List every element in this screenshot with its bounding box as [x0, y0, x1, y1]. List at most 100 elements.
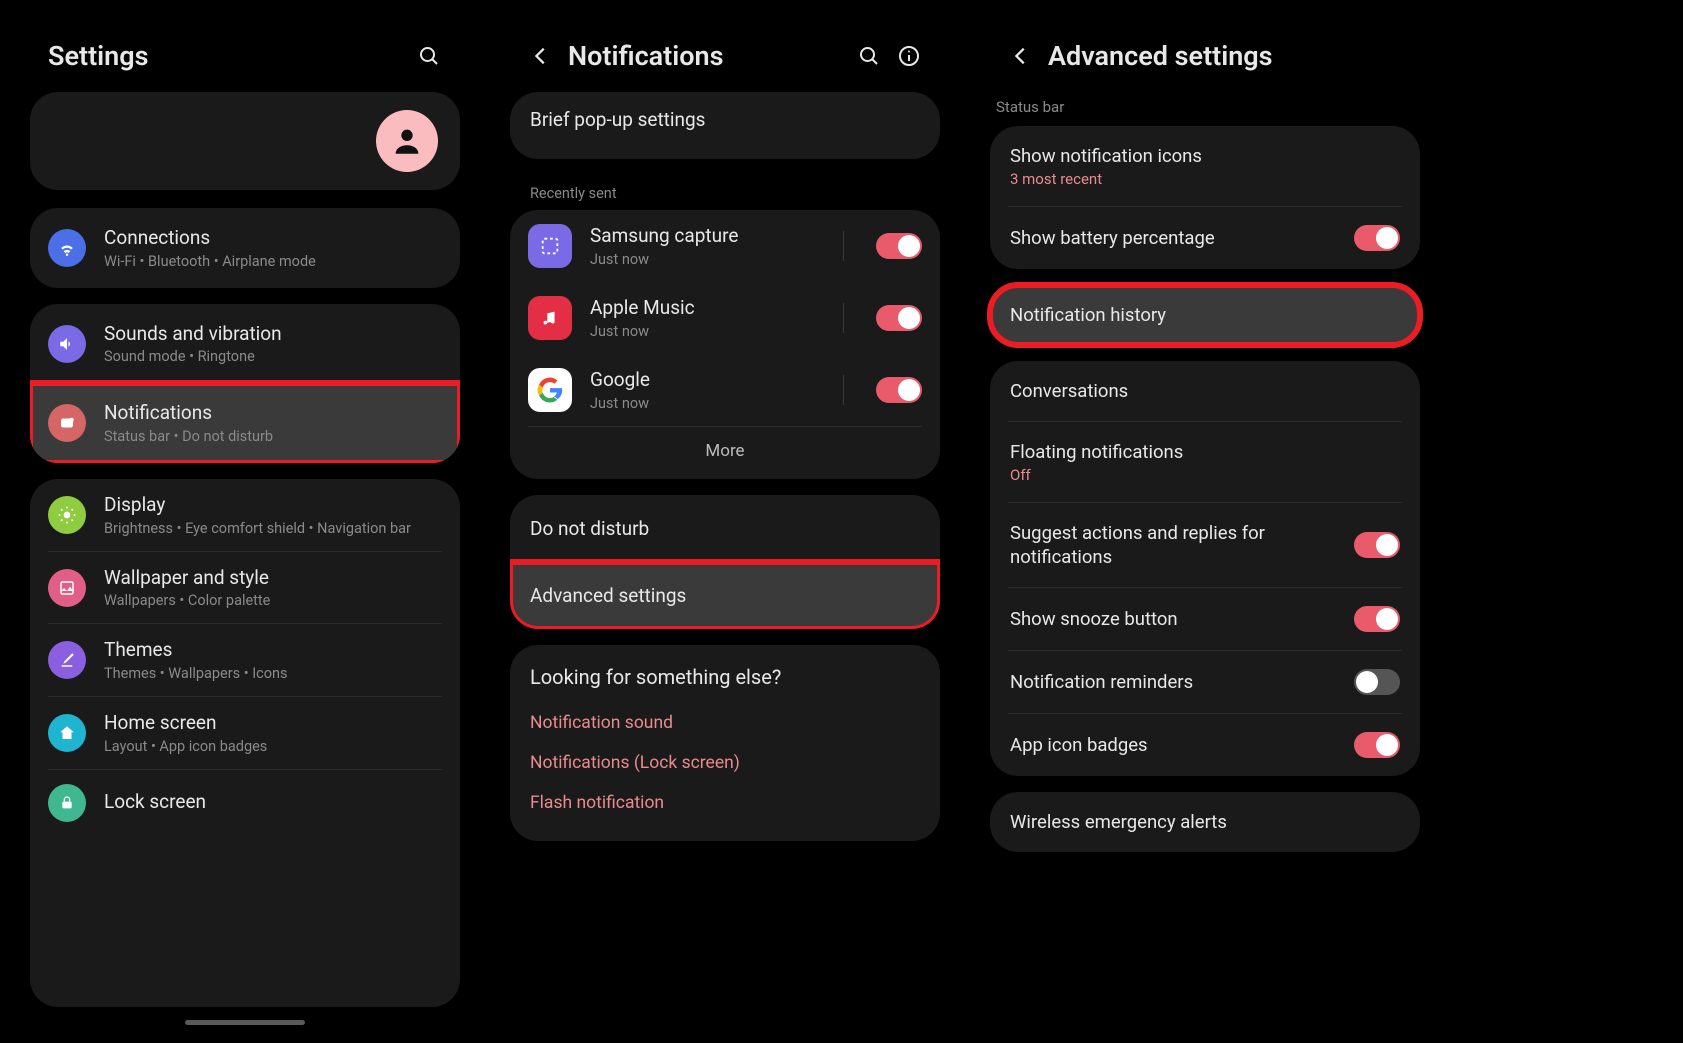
mid-card: Conversations Floating notifications Off… [990, 361, 1420, 776]
home-title: Home screen [104, 711, 442, 736]
page-title: Settings [48, 40, 402, 72]
speaker-icon [48, 325, 86, 363]
themes-item[interactable]: Themes Themes • Wallpapers • Icons [30, 624, 460, 696]
notifications-title: Notifications [104, 401, 442, 426]
toggle-battery[interactable] [1354, 225, 1400, 251]
connections-item[interactable]: Connections Wi-Fi • Bluetooth • Airplane… [30, 208, 460, 288]
apple-music-icon [528, 296, 572, 340]
display-card: Display Brightness • Eye comfort shield … [30, 479, 460, 1007]
toggle-reminders[interactable] [1354, 669, 1400, 695]
link-flash-notification[interactable]: Flash notification [510, 783, 940, 823]
search-icon[interactable] [416, 43, 442, 69]
recent-card: Samsung capture Just now Apple Music Jus… [510, 210, 940, 479]
samsung-capture-icon [528, 224, 572, 268]
brief-popup-item[interactable]: Brief pop-up settings [510, 92, 940, 149]
recent-sub: Just now [590, 251, 815, 268]
wallpaper-title: Wallpaper and style [104, 566, 442, 591]
snooze-item[interactable]: Show snooze button [990, 588, 1420, 650]
lock-title: Lock screen [104, 790, 442, 815]
link-notification-sound[interactable]: Notification sound [510, 703, 940, 743]
toggle-google[interactable] [876, 377, 922, 403]
recent-title: Google [590, 368, 815, 393]
recent-samsung-capture[interactable]: Samsung capture Just now [510, 210, 940, 282]
notification-icon [48, 404, 86, 442]
battery-title: Show battery percentage [1010, 226, 1340, 250]
status-bar-card: Show notification icons 3 most recent Sh… [990, 126, 1420, 269]
notifications-item[interactable]: Notifications Status bar • Do not distur… [30, 383, 460, 463]
home-icon [48, 714, 86, 752]
sounds-item[interactable]: Sounds and vibration Sound mode • Ringto… [30, 304, 460, 384]
lock-item[interactable]: Lock screen [30, 770, 460, 836]
badges-title: App icon badges [1010, 733, 1340, 757]
toggle-apple-music[interactable] [876, 305, 922, 331]
advanced-header: Advanced settings [990, 20, 1420, 92]
connections-sub: Wi-Fi • Bluetooth • Airplane mode [104, 253, 442, 270]
badges-item[interactable]: App icon badges [990, 714, 1420, 776]
suggest-title: Suggest actions and replies for notifica… [1010, 521, 1340, 569]
looking-header: Looking for something else? [510, 645, 940, 703]
brief-card: Brief pop-up settings [510, 92, 940, 159]
recently-sent-label: Recently sent [510, 175, 940, 210]
link-notifications-lockscreen[interactable]: Notifications (Lock screen) [510, 743, 940, 783]
floating-item[interactable]: Floating notifications Off [990, 422, 1420, 502]
back-icon[interactable] [528, 43, 554, 69]
floating-sub: Off [1010, 466, 1400, 484]
toggle-snooze[interactable] [1354, 606, 1400, 632]
home-item[interactable]: Home screen Layout • App icon badges [30, 697, 460, 769]
conversations-title: Conversations [1010, 379, 1128, 403]
page-title: Advanced settings [1048, 40, 1402, 72]
advanced-settings-screen: Advanced settings Status bar Show notifi… [990, 20, 1420, 1023]
battery-item[interactable]: Show battery percentage [990, 207, 1420, 269]
notification-history-item[interactable]: Notification history [990, 285, 1420, 345]
advanced-settings-item[interactable]: Advanced settings [510, 562, 940, 629]
brush-icon [48, 641, 86, 679]
dnd-item[interactable]: Do not disturb [510, 495, 940, 562]
back-icon[interactable] [1008, 43, 1034, 69]
dnd-card: Do not disturb Advanced settings [510, 495, 940, 629]
lock-icon [48, 784, 86, 822]
notifications-screen: Notifications Brief pop-up settings Rece… [510, 20, 940, 1023]
wallpaper-sub: Wallpapers • Color palette [104, 592, 442, 609]
home-sub: Layout • App icon badges [104, 738, 442, 755]
settings-screen: Settings Connections Wi-Fi • Bluetooth •… [30, 20, 460, 1023]
history-card: Notification history [990, 285, 1420, 345]
recent-apple-music[interactable]: Apple Music Just now [510, 282, 940, 354]
profile-card[interactable] [30, 92, 460, 190]
home-indicator [185, 1020, 305, 1025]
show-icons-item[interactable]: Show notification icons 3 most recent [990, 126, 1420, 206]
show-icons-title: Show notification icons [1010, 144, 1400, 168]
looking-card: Looking for something else? Notification… [510, 645, 940, 841]
reminders-item[interactable]: Notification reminders [990, 651, 1420, 713]
reminders-title: Notification reminders [1010, 670, 1340, 694]
display-item[interactable]: Display Brightness • Eye comfort shield … [30, 479, 460, 551]
floating-title: Floating notifications [1010, 440, 1400, 464]
suggest-item[interactable]: Suggest actions and replies for notifica… [990, 503, 1420, 587]
recent-google[interactable]: Google Just now [510, 354, 940, 426]
wallpaper-item[interactable]: Wallpaper and style Wallpapers • Color p… [30, 552, 460, 624]
more-button[interactable]: More [510, 427, 940, 479]
avatar [376, 110, 438, 172]
sounds-title: Sounds and vibration [104, 322, 442, 347]
wireless-card: Wireless emergency alerts [990, 792, 1420, 852]
wireless-item[interactable]: Wireless emergency alerts [990, 792, 1420, 852]
connections-title: Connections [104, 226, 442, 251]
search-icon[interactable] [856, 43, 882, 69]
wireless-title: Wireless emergency alerts [1010, 810, 1227, 834]
wifi-icon [48, 229, 86, 267]
show-icons-sub: 3 most recent [1010, 170, 1400, 188]
display-title: Display [104, 493, 442, 518]
snooze-title: Show snooze button [1010, 607, 1340, 631]
sounds-notif-card: Sounds and vibration Sound mode • Ringto… [30, 304, 460, 463]
conversations-item[interactable]: Conversations [990, 361, 1420, 421]
sounds-sub: Sound mode • Ringtone [104, 348, 442, 365]
status-bar-label: Status bar [990, 92, 1420, 126]
toggle-badges[interactable] [1354, 732, 1400, 758]
settings-header: Settings [30, 20, 460, 92]
info-icon[interactable] [896, 43, 922, 69]
recent-sub: Just now [590, 395, 815, 412]
toggle-suggest[interactable] [1354, 532, 1400, 558]
recent-sub: Just now [590, 323, 815, 340]
toggle-samsung-capture[interactable] [876, 233, 922, 259]
themes-sub: Themes • Wallpapers • Icons [104, 665, 442, 682]
recent-title: Apple Music [590, 296, 815, 321]
